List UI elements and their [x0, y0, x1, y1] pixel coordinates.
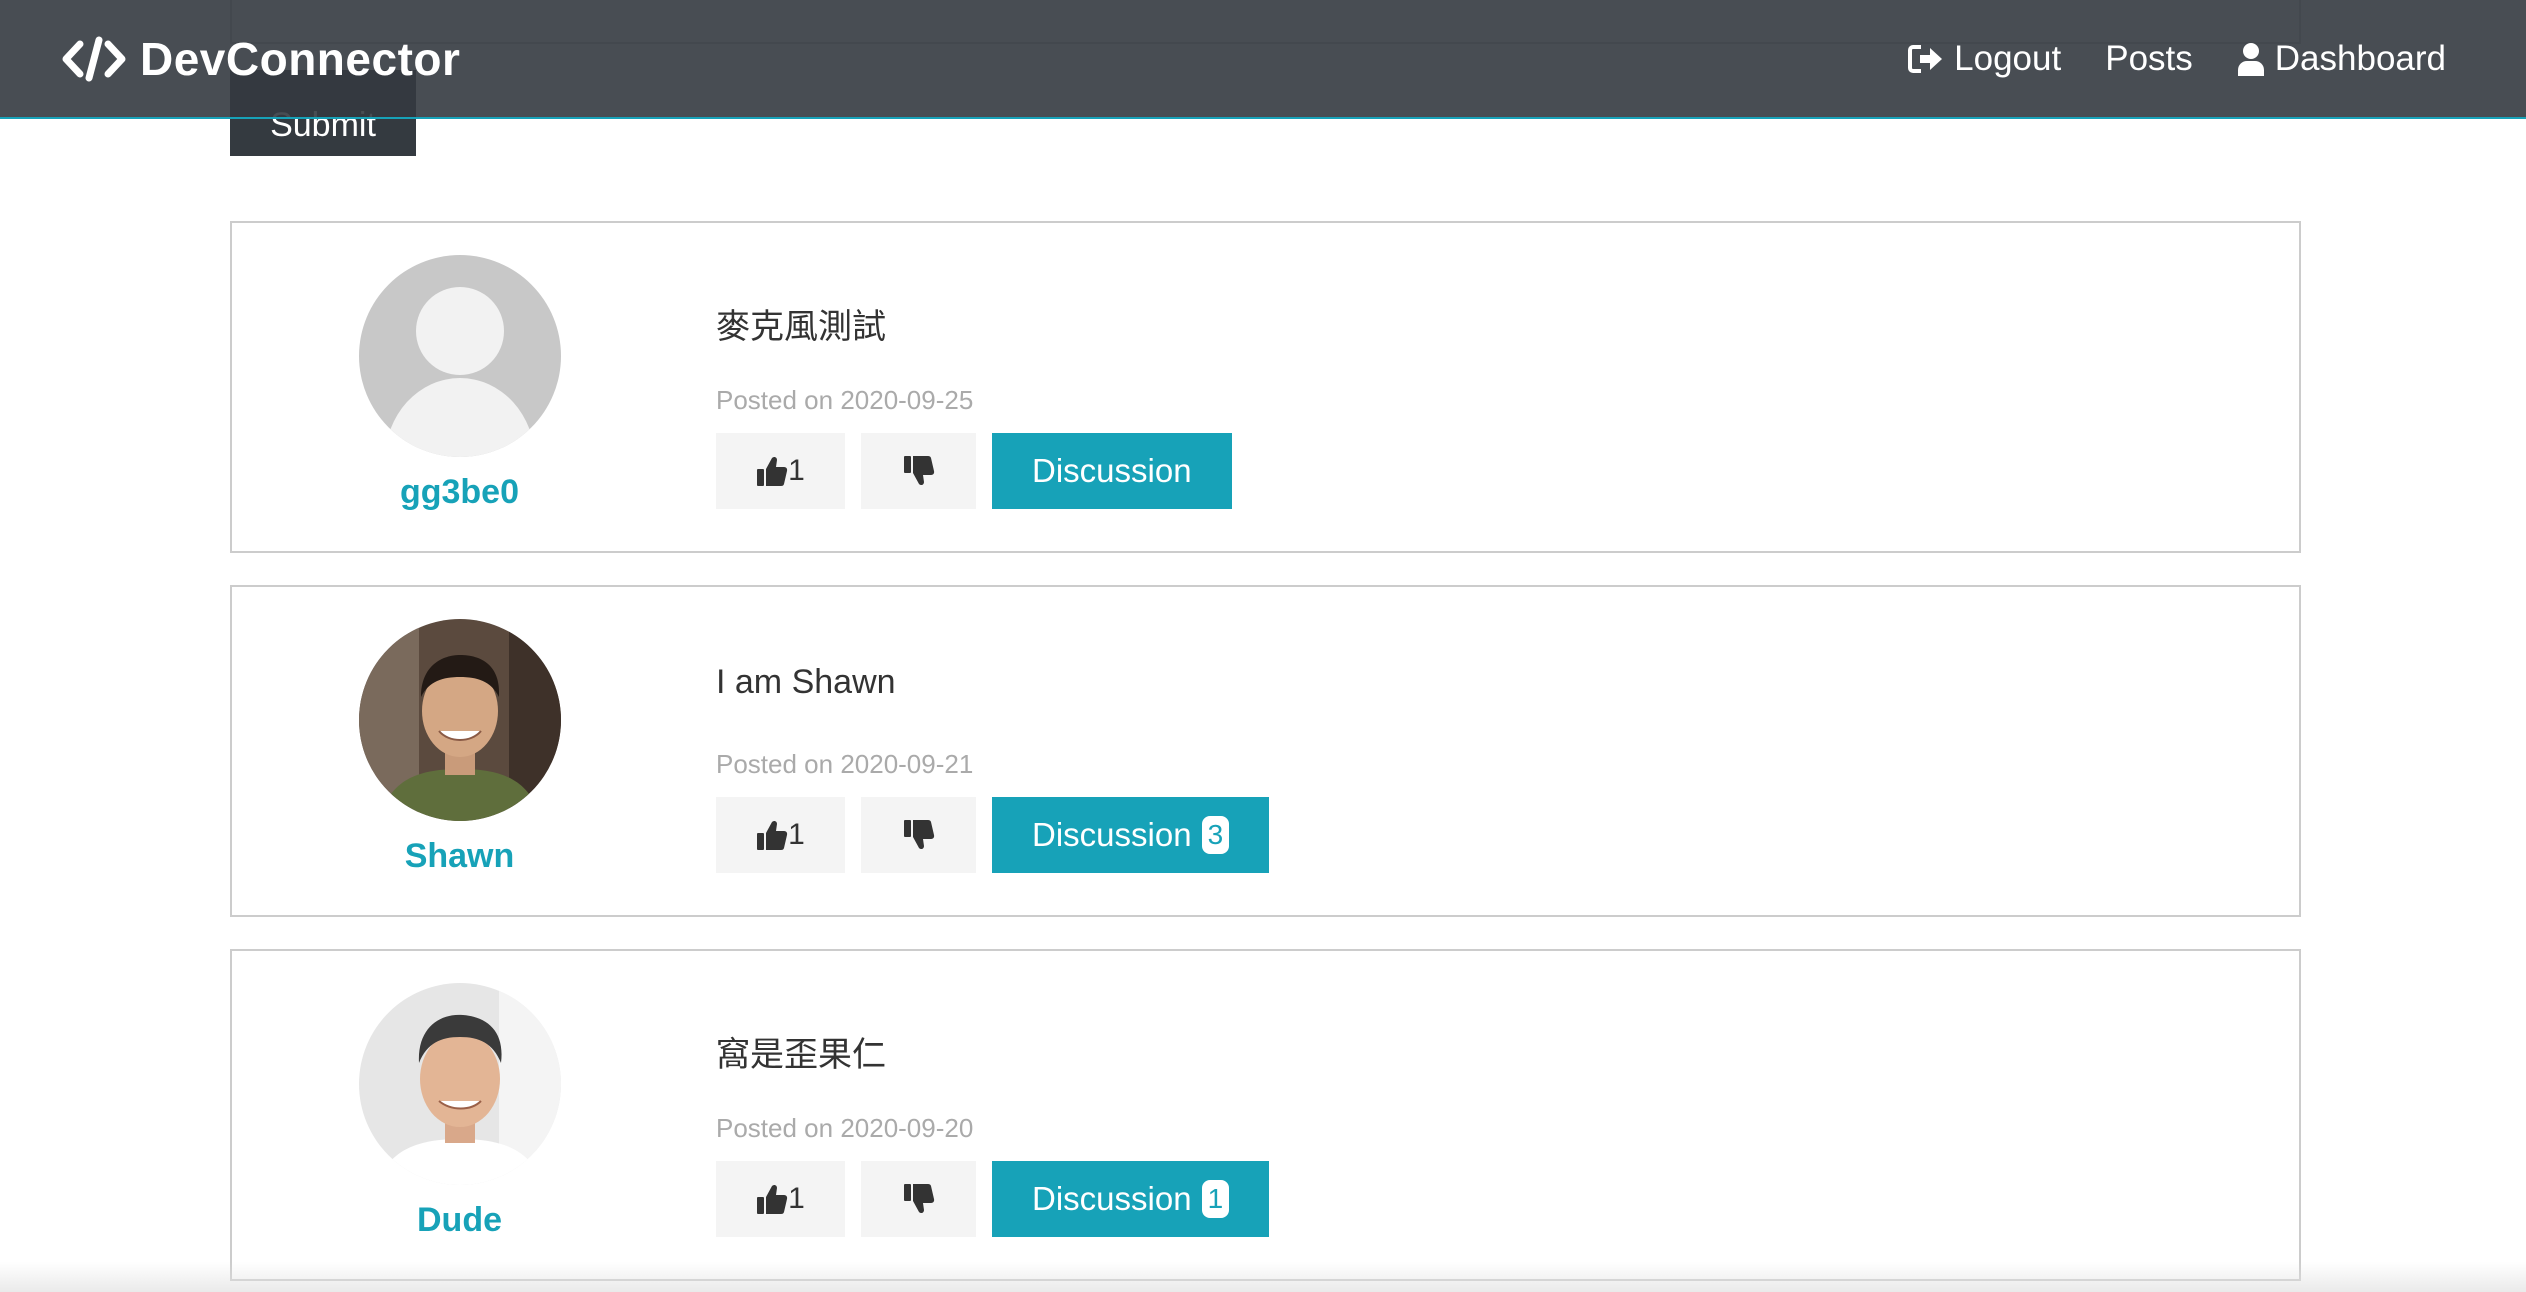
- dislike-button[interactable]: [861, 433, 976, 509]
- brand-link[interactable]: DevConnector: [62, 32, 460, 86]
- like-count: 1: [788, 454, 805, 487]
- discussion-label: Discussion: [1032, 816, 1192, 853]
- discussion-button[interactable]: Discussion 1: [992, 1161, 1270, 1237]
- navbar: DevConnector Logout Posts Dashboard: [0, 0, 2526, 119]
- like-button[interactable]: 1: [716, 433, 845, 509]
- discussion-label: Discussion: [1032, 1180, 1192, 1217]
- user-icon: [2237, 42, 2264, 76]
- post-text: 窩是歪果仁: [716, 1036, 886, 1074]
- post-text: 麥克風測試: [716, 308, 886, 346]
- post-text: I am Shawn: [716, 663, 896, 701]
- user-photo-icon: [358, 619, 561, 821]
- brand-title: DevConnector: [140, 32, 461, 85]
- like-button[interactable]: 1: [716, 1161, 845, 1237]
- dislike-button[interactable]: [861, 797, 976, 873]
- nav-posts[interactable]: Posts: [2105, 39, 2193, 79]
- post-card: Dude 窩是歪果仁 Posted on 2020-09-20 1 Discus…: [230, 949, 2301, 1281]
- author-name[interactable]: Dude: [417, 1201, 502, 1240]
- comment-count-badge: 1: [1201, 1180, 1230, 1218]
- avatar[interactable]: [358, 255, 561, 457]
- nav-dashboard[interactable]: Dashboard: [2237, 39, 2446, 79]
- like-count: 1: [788, 1182, 805, 1215]
- comment-count-badge: 3: [1201, 816, 1230, 854]
- user-photo-icon: [358, 983, 561, 1185]
- default-avatar-icon: [358, 255, 561, 457]
- logout-icon: [1908, 44, 1943, 73]
- author-name[interactable]: gg3be0: [400, 473, 519, 512]
- thumbs-up-icon: [757, 456, 788, 486]
- post-card: gg3be0 麥克風測試 Posted on 2020-09-25 1 Disc…: [230, 221, 2301, 553]
- thumbs-up-icon: [757, 820, 788, 850]
- dislike-button[interactable]: [861, 1161, 976, 1237]
- post-author[interactable]: gg3be0: [232, 223, 687, 551]
- post-card: Shawn I am Shawn Posted on 2020-09-21 1: [230, 585, 2301, 917]
- thumbs-down-icon: [903, 1184, 934, 1214]
- avatar[interactable]: [358, 619, 561, 821]
- like-button[interactable]: 1: [716, 797, 845, 873]
- code-icon: [62, 36, 126, 81]
- nav-links: Logout Posts Dashboard: [1864, 39, 2446, 79]
- post-author[interactable]: Dude: [232, 951, 687, 1279]
- post-author[interactable]: Shawn: [232, 587, 687, 915]
- discussion-button[interactable]: Discussion: [992, 433, 1232, 509]
- thumbs-down-icon: [903, 820, 934, 850]
- author-name[interactable]: Shawn: [405, 837, 515, 876]
- page: Submit DevConnector Logout Posts Dashboa…: [0, 0, 2526, 1292]
- discussion-label: Discussion: [1032, 452, 1192, 489]
- post-date: Posted on 2020-09-25: [716, 385, 974, 415]
- nav-logout[interactable]: Logout: [1908, 39, 2061, 79]
- posts-list: gg3be0 麥克風測試 Posted on 2020-09-25 1 Disc…: [230, 221, 2301, 1292]
- nav-dashboard-label: Dashboard: [2274, 38, 2446, 78]
- post-content: 窩是歪果仁 Posted on 2020-09-20 1 Discussion …: [716, 951, 2299, 1279]
- nav-posts-label: Posts: [2105, 38, 2193, 78]
- nav-logout-label: Logout: [1954, 38, 2062, 78]
- post-actions: 1 Discussion 1: [716, 1161, 1270, 1237]
- bottom-shadow: [0, 1262, 2526, 1292]
- post-actions: 1 Discussion 3: [716, 797, 1270, 873]
- post-date: Posted on 2020-09-20: [716, 1113, 974, 1143]
- like-count: 1: [788, 818, 805, 851]
- avatar[interactable]: [358, 983, 561, 1185]
- discussion-button[interactable]: Discussion 3: [992, 797, 1270, 873]
- post-content: 麥克風測試 Posted on 2020-09-25 1 Discussion: [716, 223, 2299, 551]
- post-content: I am Shawn Posted on 2020-09-21 1 Discus…: [716, 587, 2299, 915]
- thumbs-down-icon: [903, 456, 934, 486]
- post-date: Posted on 2020-09-21: [716, 749, 974, 779]
- post-actions: 1 Discussion: [716, 433, 1232, 509]
- thumbs-up-icon: [757, 1184, 788, 1214]
